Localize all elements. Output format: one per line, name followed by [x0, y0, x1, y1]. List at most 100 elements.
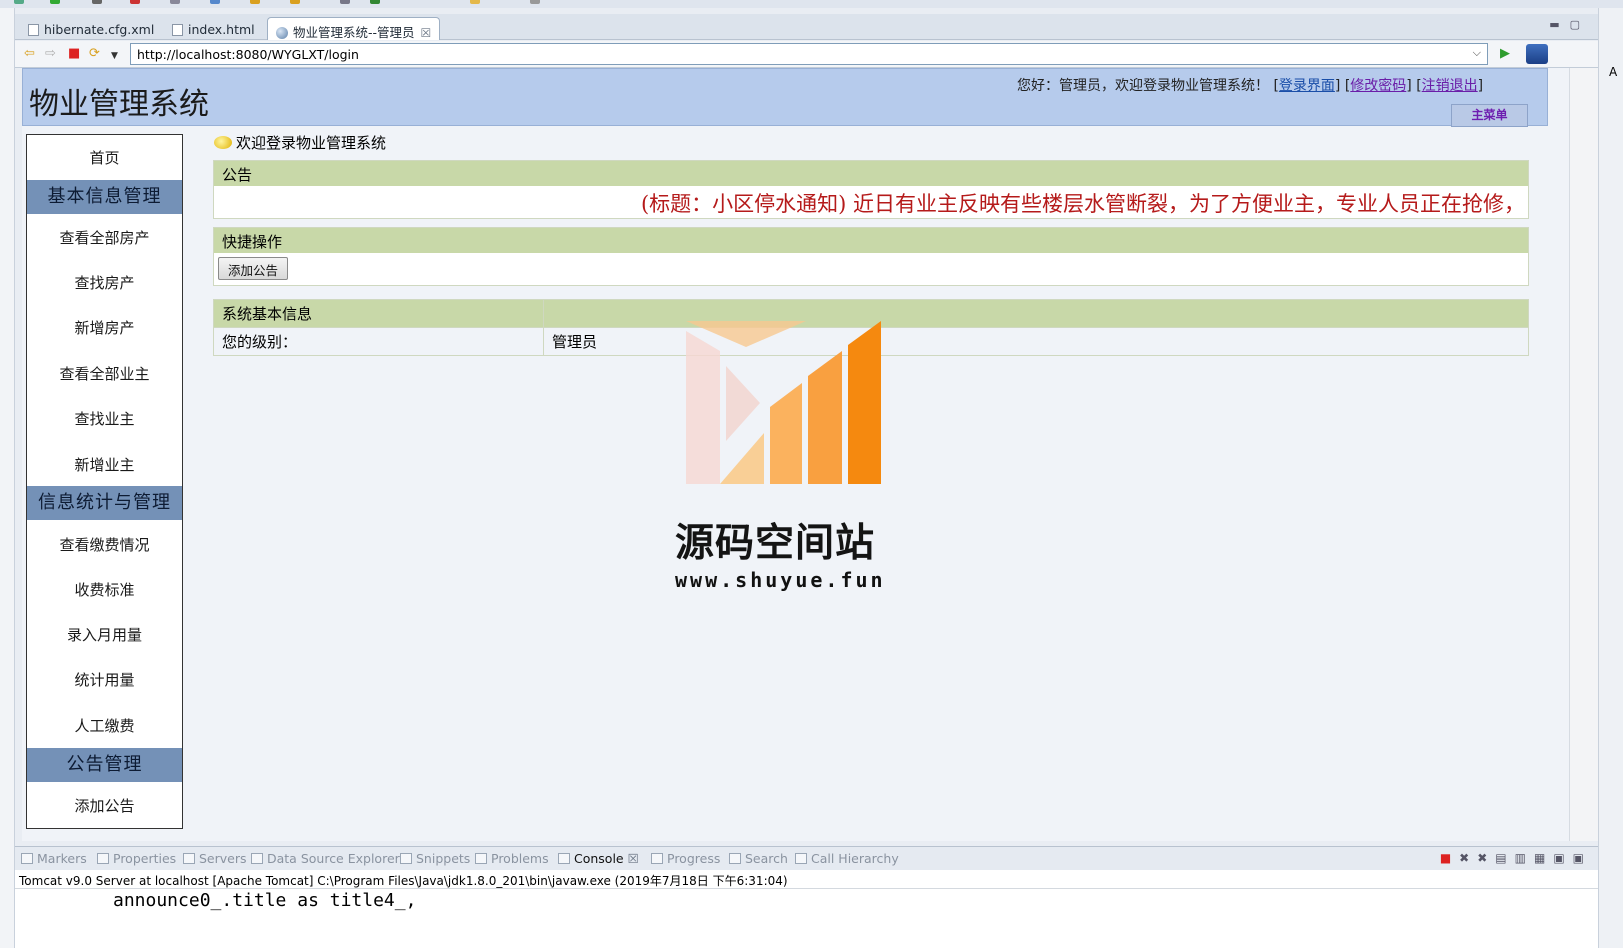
call-hierarchy-icon	[795, 853, 807, 864]
sidebar-item-usage-statistics[interactable]: 统计用量	[27, 669, 182, 690]
tab-data-source-explorer[interactable]: Data Source Explorer	[251, 851, 400, 866]
window-controls[interactable]: ▬▢	[1549, 18, 1590, 31]
history-dropdown-icon[interactable]: ▼	[111, 49, 118, 63]
sidebar-item-fee-standard[interactable]: 收费标准	[27, 579, 182, 600]
markers-icon	[21, 853, 33, 864]
progress-icon	[651, 853, 663, 864]
tab-label: Servers	[199, 851, 247, 866]
sidebar-item-payment-status[interactable]: 查看缴费情况	[27, 534, 182, 555]
close-icon[interactable]: ☒	[628, 851, 639, 866]
tab-label: hibernate.cfg.xml	[44, 22, 155, 37]
problems-icon	[475, 853, 487, 864]
url-bar[interactable]: http://localhost:8080/WYGLXT/login ⌵	[130, 43, 1488, 65]
sidebar: 首页 基本信息管理 查看全部房产 查找房产 新增房产 查看全部业主 查找业主 新…	[26, 134, 183, 829]
lightbulb-icon	[214, 136, 232, 149]
sidebar-item-add-property[interactable]: 新增房产	[27, 317, 182, 338]
sidebar-item-add-announcement[interactable]: 添加公告	[27, 795, 182, 816]
tab-call-hierarchy[interactable]: Call Hierarchy	[795, 851, 899, 866]
console-output[interactable]: announce0_.title as title4_,	[15, 889, 1598, 948]
close-icon[interactable]: ☒	[421, 26, 432, 40]
sidebar-item-enter-monthly-usage[interactable]: 录入月用量	[27, 624, 182, 645]
sidebar-section-announcements[interactable]: 公告管理	[27, 748, 182, 782]
tab-console[interactable]: Console ☒	[558, 851, 639, 866]
change-password-link[interactable]: 修改密码	[1350, 78, 1406, 94]
ide-left-gutter	[0, 8, 15, 948]
properties-icon	[97, 853, 109, 864]
tab-search[interactable]: Search	[729, 851, 788, 866]
ide-bottom-tabs: Markers Properties Servers Data Source E…	[15, 846, 1598, 870]
ide-right-gutter: A	[1598, 8, 1623, 948]
sidebar-item-manual-payment[interactable]: 人工缴费	[27, 715, 182, 736]
greeting-text: 您好：管理员，欢迎登录物业管理系统！	[1017, 78, 1269, 94]
sidebar-section-basic-info[interactable]: 基本信息管理	[27, 180, 182, 214]
tab-label: Problems	[491, 851, 549, 866]
scroll-lock-icon[interactable]: ▥	[1515, 851, 1534, 865]
login-page-link[interactable]: 登录界面	[1279, 78, 1335, 94]
tab-markers[interactable]: Markers	[21, 851, 87, 866]
url-text: http://localhost:8080/WYGLXT/login	[137, 47, 359, 62]
browser-navbar: ⇦ ⇨ ■ ⟳ ▼ http://localhost:8080/WYGLXT/l…	[15, 41, 1598, 68]
level-label: 您的级别：	[213, 327, 544, 356]
console-toolbar: ■✖✖▤▥▦▣▣	[1440, 851, 1592, 865]
tab-label: index.html	[188, 22, 255, 37]
minimize-icon[interactable]: ▬	[1549, 18, 1569, 31]
logout-link[interactable]: 注销退出	[1422, 78, 1478, 94]
sidebar-item-add-owner[interactable]: 新增业主	[27, 454, 182, 475]
main-menu-button[interactable]: 主菜单	[1451, 104, 1528, 127]
tab-label: Call Hierarchy	[811, 851, 899, 866]
tab-progress[interactable]: Progress	[651, 851, 720, 866]
site-header: 物业管理系统 您好：管理员，欢迎登录物业管理系统！ [登录界面] [修改密码] …	[22, 68, 1548, 127]
sidebar-item-home[interactable]: 首页	[27, 147, 182, 168]
refresh-icon[interactable]: ⟳	[89, 47, 100, 61]
announcement-panel: 公告 (标题：小区停水通知) 近日有业主反映有些楼层水管断裂，为了方便业主，专业…	[213, 160, 1529, 219]
tab-label: Progress	[667, 851, 721, 866]
database-icon	[251, 853, 263, 864]
sidebar-section-statistics[interactable]: 信息统计与管理	[27, 486, 182, 520]
watermark-name: 源码空间站	[675, 521, 876, 566]
open-console-icon[interactable]: ▣	[1573, 851, 1592, 865]
forward-icon[interactable]: ⇨	[45, 47, 56, 61]
tab-label: Data Source Explorer	[267, 851, 400, 866]
word-wrap-icon[interactable]: ▦	[1534, 851, 1553, 865]
edge-letter: A	[1609, 65, 1618, 79]
quick-actions-panel: 快捷操作 添加公告	[213, 227, 1529, 286]
maximize-icon[interactable]: ▢	[1570, 18, 1590, 31]
announcement-header: 公告	[214, 161, 1528, 186]
stop-icon[interactable]: ■	[68, 47, 80, 61]
go-icon[interactable]: ▶	[1500, 46, 1510, 61]
remove-all-icon[interactable]: ✖	[1477, 851, 1495, 865]
watermark-url: www.shuyue.fun	[675, 568, 886, 592]
search-icon	[729, 853, 741, 864]
globe-icon	[276, 27, 288, 39]
sidebar-item-all-properties[interactable]: 查看全部房产	[27, 227, 182, 248]
tab-problems[interactable]: Problems	[475, 851, 549, 866]
announcement-text[interactable]: (标题：小区停水通知) 近日有业主反映有些楼层水管断裂，为了方便业主，专业人员正…	[641, 188, 1525, 218]
tab-snippets[interactable]: Snippets	[400, 851, 470, 866]
sidebar-item-all-owners[interactable]: 查看全部业主	[27, 363, 182, 384]
console-icon	[558, 853, 570, 864]
page-scroll-area[interactable]	[1569, 68, 1598, 841]
terminate-icon[interactable]: ■	[1440, 851, 1459, 865]
add-announcement-button[interactable]: 添加公告	[218, 257, 289, 280]
clear-console-icon[interactable]: ▤	[1495, 851, 1514, 865]
back-icon[interactable]: ⇦	[24, 47, 35, 61]
sidebar-item-find-property[interactable]: 查找房产	[27, 272, 182, 293]
tab-index-html[interactable]: index.html	[163, 17, 264, 40]
welcome-text: 欢迎登录物业管理系统	[236, 134, 387, 152]
tab-label: 物业管理系统--管理员	[293, 25, 415, 40]
tab-browser[interactable]: 物业管理系统--管理员 ☒	[267, 17, 441, 40]
snippets-icon	[400, 853, 412, 864]
remove-launch-icon[interactable]: ✖	[1459, 851, 1477, 865]
greeting-bar: 您好：管理员，欢迎登录物业管理系统！ [登录界面] [修改密码] [注销退出]	[1017, 78, 1484, 94]
system-info-header: 系统基本信息	[213, 299, 544, 328]
quick-actions-header: 快捷操作	[214, 228, 1528, 253]
tab-properties[interactable]: Properties	[97, 851, 176, 866]
tab-hibernate-cfg[interactable]: hibernate.cfg.xml	[19, 17, 163, 40]
sidebar-item-find-owner[interactable]: 查找业主	[27, 408, 182, 429]
tab-servers[interactable]: Servers	[183, 851, 247, 866]
display-console-icon[interactable]: ▣	[1553, 851, 1572, 865]
tab-label: Console	[574, 851, 624, 866]
ide-toolbar	[0, 0, 1623, 8]
browser-extension-icon[interactable]	[1526, 44, 1548, 64]
chevron-down-icon[interactable]: ⌵	[1473, 46, 1481, 60]
